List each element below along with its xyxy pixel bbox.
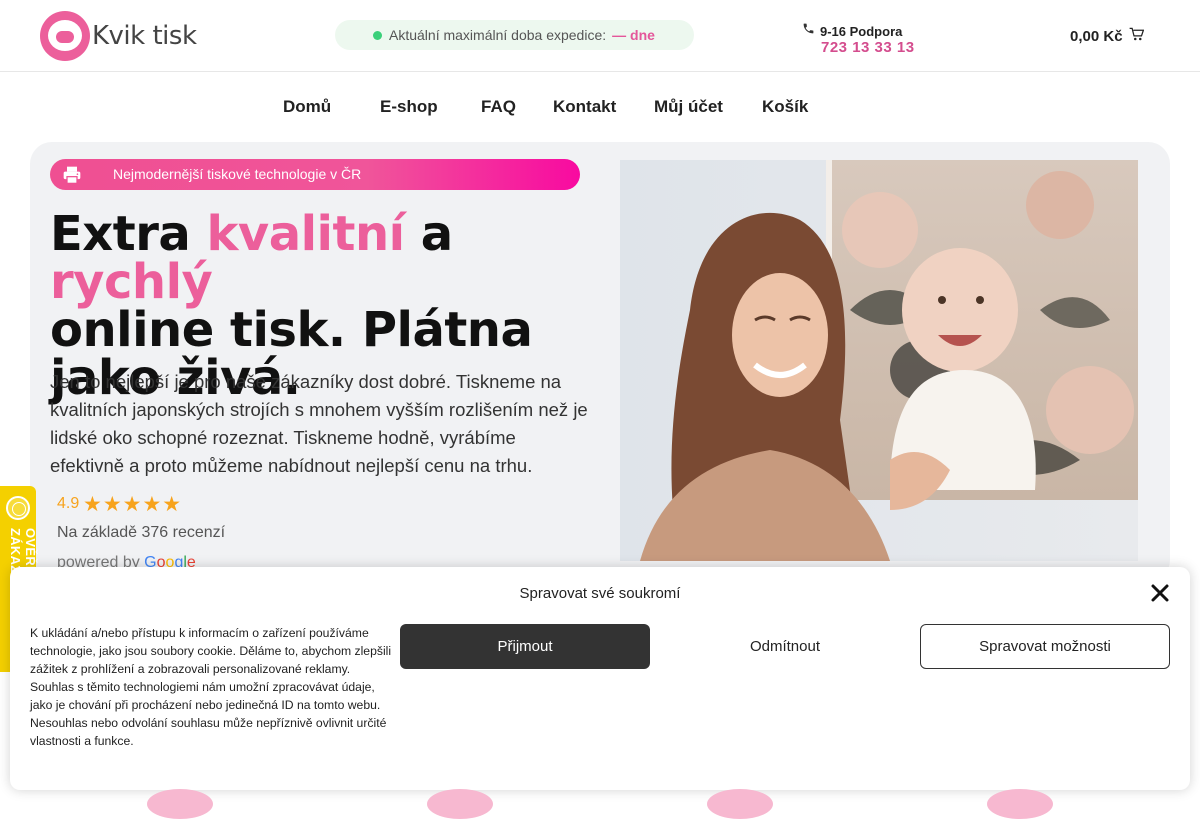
header-cart[interactable]: 0,00 Kč bbox=[1070, 27, 1144, 45]
rating-review-count: Na základě 376 recenzí bbox=[57, 524, 226, 541]
nav-item-cart[interactable]: Košík bbox=[762, 97, 808, 117]
headline-word: a bbox=[420, 206, 453, 262]
cookie-consent-banner: Spravovat své soukromí K ukládání a/nebo… bbox=[10, 567, 1190, 790]
feature-circle bbox=[707, 789, 773, 819]
nav-item-faq[interactable]: FAQ bbox=[481, 97, 516, 117]
manage-cookies-button[interactable]: Spravovat možnosti bbox=[920, 624, 1170, 669]
verified-seal-icon bbox=[6, 496, 30, 520]
shipping-status-label: Aktuální maximální doba expedice: bbox=[389, 27, 607, 43]
shipping-status-pill: Aktuální maximální doba expedice: — dne bbox=[335, 20, 694, 50]
shipping-status-value: — dne bbox=[612, 27, 655, 43]
rating-stars-icon: ★★★★★ bbox=[83, 493, 183, 516]
feature-circle bbox=[147, 789, 213, 819]
nav-item-contact[interactable]: Kontakt bbox=[553, 97, 616, 117]
status-dot-icon bbox=[373, 31, 382, 40]
logo-text: Kvik tisk bbox=[92, 21, 197, 51]
close-icon[interactable] bbox=[1150, 583, 1170, 603]
nav-item-home[interactable]: Domů bbox=[283, 97, 331, 117]
hero-photo bbox=[620, 160, 1138, 561]
cart-total: 0,00 Kč bbox=[1070, 27, 1123, 45]
feature-circle bbox=[987, 789, 1053, 819]
technology-pill-text: Nejmodernější tiskové technologie v ČR bbox=[113, 166, 362, 182]
main-nav: Domů E-shop FAQ Kontakt Můj účet Košík bbox=[0, 92, 1200, 122]
site-header: Kvik tisk Aktuální maximální doba expedi… bbox=[0, 0, 1200, 72]
logo[interactable]: Kvik tisk bbox=[40, 11, 197, 61]
support-hours: 9-16 Podpora bbox=[820, 24, 903, 39]
deny-cookies-button[interactable]: Odmítnout bbox=[660, 624, 910, 669]
piggy-logo-icon bbox=[40, 11, 90, 61]
nav-item-eshop[interactable]: E-shop bbox=[380, 97, 438, 117]
headline-highlight: kvalitní bbox=[206, 206, 405, 262]
technology-pill: Nejmodernější tiskové technologie v ČR bbox=[50, 159, 580, 190]
printer-icon bbox=[62, 165, 82, 185]
accept-cookies-button[interactable]: Přijmout bbox=[400, 624, 650, 669]
feature-circle bbox=[427, 789, 493, 819]
cart-icon bbox=[1129, 27, 1144, 45]
nav-item-account[interactable]: Můj účet bbox=[654, 97, 723, 117]
rating-score: 4.9 bbox=[57, 495, 80, 512]
cookie-title: Spravovat své soukromí bbox=[519, 585, 681, 602]
hero-lead-text: Jen to nejlepší je pro naše zákazníky do… bbox=[50, 371, 588, 476]
support-phone-link[interactable]: 723 13 33 13 bbox=[821, 39, 915, 56]
cookie-description: K ukládání a/nebo přístupu k informacím … bbox=[30, 626, 392, 748]
phone-icon bbox=[802, 22, 815, 38]
